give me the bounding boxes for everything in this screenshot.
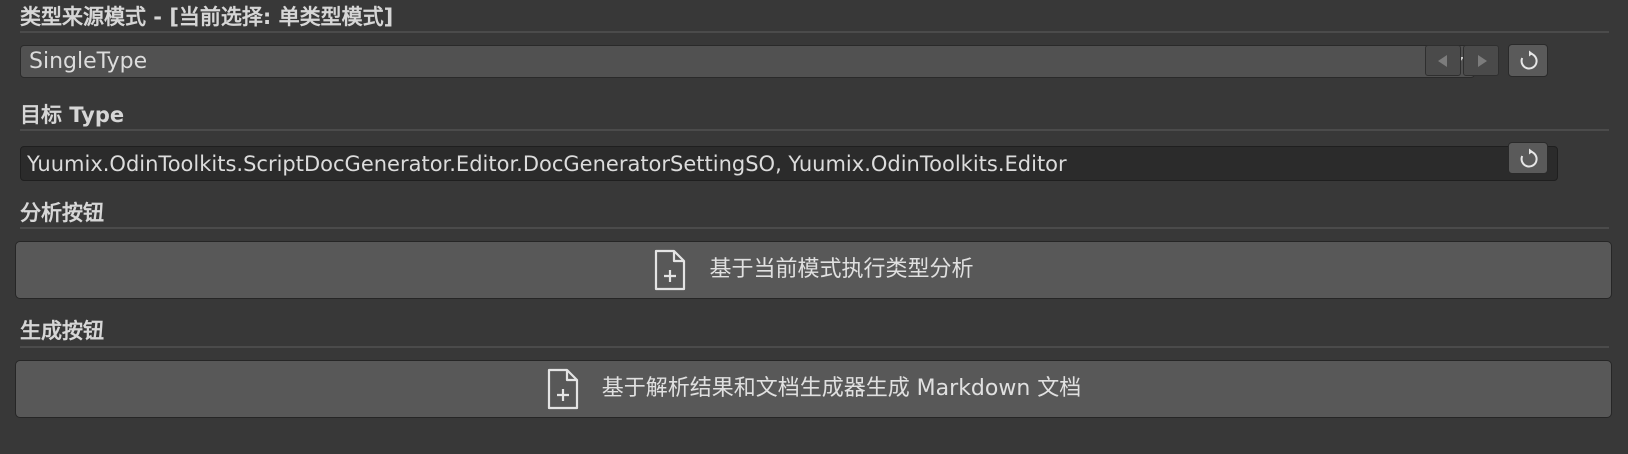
source-mode-dropdown[interactable]: SingleType <box>20 45 1475 78</box>
target-type-header: 目标 Type <box>20 103 125 127</box>
target-type-refresh-button[interactable] <box>1508 142 1548 174</box>
target-type-selector[interactable]: Yuumix.OdinToolkits.ScriptDocGenerator.E… <box>20 146 1558 181</box>
analyze-button-label: 基于当前模式执行类型分析 <box>709 257 974 282</box>
analyze-button[interactable]: 基于当前模式执行类型分析 <box>15 241 1612 299</box>
source-mode-refresh-button[interactable] <box>1508 44 1548 77</box>
refresh-icon <box>1520 50 1538 70</box>
inspector-panel: 类型来源模式 - [当前选择: 单类型模式] SingleType 目标 Typ… <box>0 0 1628 454</box>
section-divider <box>20 129 1609 131</box>
refresh-icon <box>1520 148 1538 168</box>
analysis-header: 分析按钮 <box>20 201 104 225</box>
generate-markdown-button[interactable]: 基于解析结果和文档生成器生成 Markdown 文档 <box>15 360 1612 418</box>
section-divider <box>20 31 1609 33</box>
arrow-right-icon <box>1478 55 1487 67</box>
file-add-icon <box>655 249 686 291</box>
target-type-value: Yuumix.OdinToolkits.ScriptDocGenerator.E… <box>27 152 1067 176</box>
section-divider <box>20 227 1609 229</box>
generate-button-label: 基于解析结果和文档生成器生成 Markdown 文档 <box>601 376 1082 401</box>
generate-header: 生成按钮 <box>20 319 104 343</box>
section-divider <box>20 346 1609 348</box>
next-button[interactable] <box>1463 45 1499 76</box>
previous-button[interactable] <box>1425 45 1461 76</box>
arrow-left-icon <box>1438 55 1447 67</box>
file-add-icon <box>547 368 578 410</box>
source-mode-header: 类型来源模式 - [当前选择: 单类型模式] <box>20 5 394 29</box>
source-mode-value: SingleType <box>29 49 148 74</box>
